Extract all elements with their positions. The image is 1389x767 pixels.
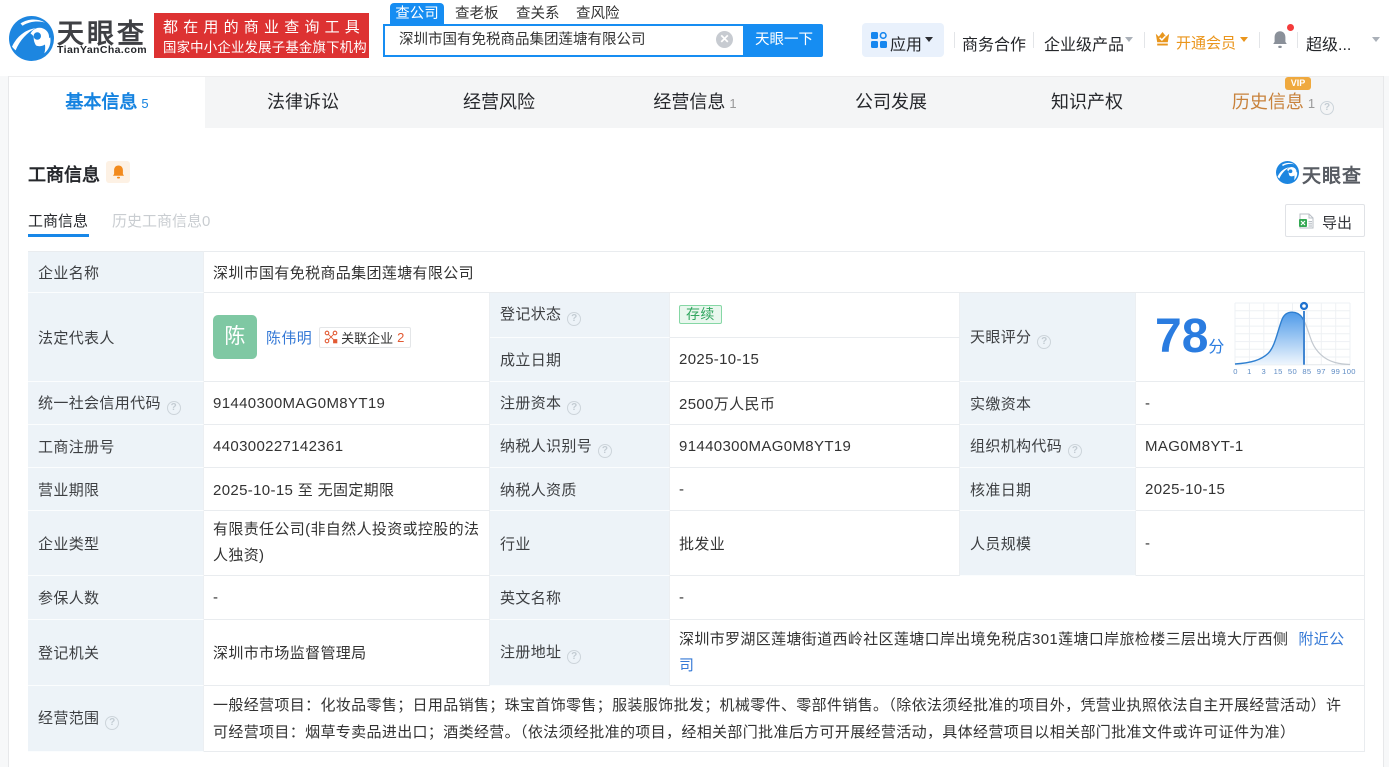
svg-text:97: 97 [1317,367,1326,376]
svg-text:1: 1 [1247,367,1252,376]
svg-text:100: 100 [1342,367,1356,376]
svg-text:50: 50 [1288,367,1297,376]
svg-text:15: 15 [1274,367,1283,376]
svg-text:99: 99 [1331,367,1340,376]
svg-text:85: 85 [1302,367,1311,376]
svg-text:3: 3 [1262,367,1267,376]
svg-text:0: 0 [1233,367,1238,376]
